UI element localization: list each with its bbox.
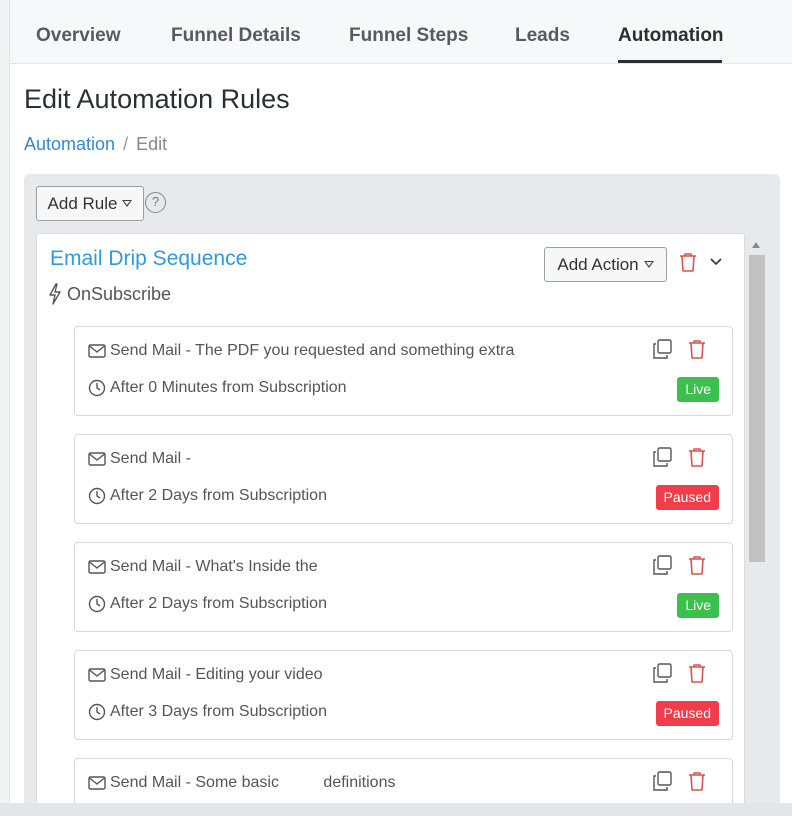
action-title-row: Send Mail - What's Inside the [88, 558, 318, 576]
status-badge: Live [677, 593, 719, 618]
action-timing-row: After 3 Days from Subscription [88, 703, 327, 721]
breadcrumb-current: Edit [136, 134, 168, 154]
bolt-icon [49, 283, 61, 305]
active-tab-indicator [618, 60, 722, 63]
action-card: Send Mail - After 2 Days from Subscripti… [74, 434, 733, 524]
copy-icon[interactable] [652, 663, 672, 683]
rule-title[interactable]: Email Drip Sequence [50, 247, 247, 271]
status-badge: Live [677, 377, 719, 402]
copy-icon[interactable] [652, 339, 672, 359]
action-title[interactable]: Send Mail - What's Inside the [110, 558, 318, 576]
action-icons [652, 663, 710, 683]
trigger-label: OnSubscribe [67, 283, 172, 304]
add-rule-button[interactable]: Add Rule [36, 186, 144, 221]
trash-icon[interactable] [688, 555, 706, 575]
clock-icon [88, 487, 106, 505]
rule-trigger: OnSubscribe [48, 283, 171, 305]
mail-icon [88, 560, 106, 574]
action-icons [652, 555, 710, 575]
status-badge: Paused [655, 701, 719, 726]
help-icon[interactable]: ? [145, 192, 166, 213]
tab-leads[interactable]: Leads [515, 25, 570, 47]
tab-funnel-details[interactable]: Funnel Details [171, 25, 301, 47]
trash-icon[interactable] [688, 339, 706, 359]
trash-icon[interactable] [679, 252, 697, 272]
action-title-row: Send Mail - Editing your video [88, 666, 323, 684]
action-timing: After 3 Days from Subscription [110, 703, 327, 720]
scrollbar[interactable] [747, 237, 766, 816]
trash-icon[interactable] [688, 771, 706, 791]
action-icons [652, 339, 710, 359]
action-title-row: Send Mail - [88, 450, 191, 468]
clock-icon [88, 703, 106, 721]
add-action-label: Add Action [557, 254, 639, 274]
clock-icon [88, 595, 106, 613]
caret-down-icon [643, 261, 654, 268]
tab-automation[interactable]: Automation [618, 25, 724, 47]
trash-icon[interactable] [688, 447, 706, 467]
action-title[interactable]: Send Mail - The PDF you requested and so… [110, 342, 514, 360]
action-timing: After 0 Minutes from Subscription [110, 379, 347, 396]
copy-icon[interactable] [652, 555, 672, 575]
mail-icon [88, 344, 106, 358]
breadcrumb: Automation / Edit [24, 134, 167, 155]
mail-icon [88, 776, 106, 790]
action-icons [652, 447, 710, 467]
add-rule-label: Add Rule [47, 193, 118, 213]
mail-icon [88, 668, 106, 682]
bottom-bar [0, 803, 792, 816]
rule-card: Email Drip Sequence OnSubscribe Add Acti… [36, 233, 745, 816]
breadcrumb-automation-link[interactable]: Automation [24, 134, 115, 154]
scroll-thumb[interactable] [749, 255, 765, 562]
add-action-button[interactable]: Add Action [544, 247, 667, 282]
chevron-down-icon[interactable] [710, 258, 722, 266]
action-card: Send Mail - Editing your video After 3 D… [74, 650, 733, 740]
copy-icon[interactable] [652, 447, 672, 467]
action-title-row: Send Mail - Some basic definitions [88, 774, 395, 792]
breadcrumb-separator: / [123, 134, 129, 154]
status-badge: Paused [655, 485, 719, 510]
scroll-up-arrow-icon[interactable] [752, 242, 760, 248]
mail-icon [88, 452, 106, 466]
clock-icon [88, 379, 106, 397]
action-title[interactable]: Send Mail - Some basic definitions [110, 774, 395, 792]
action-timing-row: After 2 Days from Subscription [88, 487, 327, 505]
action-card: Send Mail - The PDF you requested and so… [74, 326, 733, 416]
action-timing: After 2 Days from Subscription [110, 595, 327, 612]
tab-funnel-steps[interactable]: Funnel Steps [349, 25, 468, 47]
action-title[interactable]: Send Mail - [110, 450, 191, 468]
tab-bar: Overview Funnel Details Funnel Steps Lea… [10, 0, 792, 64]
page-title: Edit Automation Rules [24, 84, 290, 114]
action-timing: After 2 Days from Subscription [110, 487, 327, 504]
action-timing-row: After 0 Minutes from Subscription [88, 379, 347, 397]
caret-down-icon [122, 200, 133, 207]
action-title-row: Send Mail - The PDF you requested and so… [88, 342, 514, 360]
copy-icon[interactable] [652, 771, 672, 791]
tab-overview[interactable]: Overview [36, 25, 121, 47]
action-title[interactable]: Send Mail - Editing your video [110, 666, 323, 684]
trash-icon[interactable] [688, 663, 706, 683]
action-card: Send Mail - What's Inside the After 2 Da… [74, 542, 733, 632]
action-timing-row: After 2 Days from Subscription [88, 595, 327, 613]
action-icons [652, 771, 710, 791]
